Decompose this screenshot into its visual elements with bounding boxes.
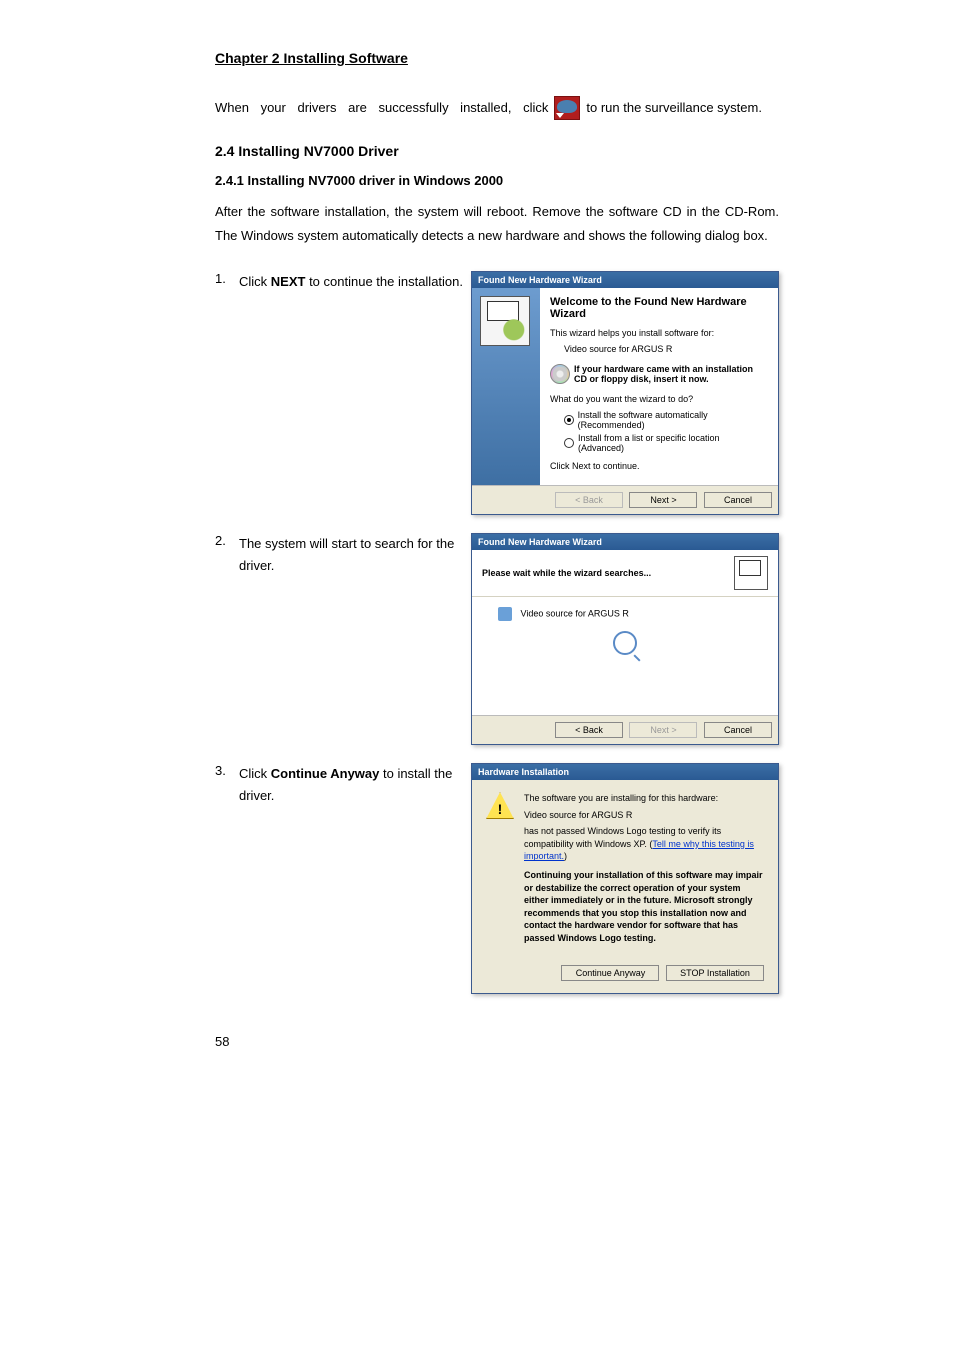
dialog3-titlebar: Hardware Installation	[472, 764, 778, 780]
step-2-text: The system will start to search for the …	[239, 533, 471, 577]
step-1-post: to continue the installation.	[305, 274, 463, 289]
surveillance-app-icon	[554, 96, 580, 120]
intro-paragraph: When your drivers are successfully insta…	[215, 96, 779, 121]
dialog3-line1: The software you are installing for this…	[524, 792, 764, 805]
step-2-row: 2. The system will start to search for t…	[215, 533, 779, 745]
step-3-text: Click Continue Anyway to install the dri…	[239, 763, 471, 807]
dialog1-cd-note: If your hardware came with an installati…	[574, 364, 768, 384]
step-3-num: 3.	[215, 763, 239, 778]
cd-icon	[550, 364, 570, 384]
continue-anyway-button[interactable]: Continue Anyway	[561, 965, 659, 981]
intro-post: to run the surveillance system.	[586, 96, 762, 121]
intro-pre: When your drivers are successfully insta…	[215, 96, 548, 121]
stop-installation-button[interactable]: STOP Installation	[666, 965, 764, 981]
radio-auto-install[interactable]	[564, 415, 574, 425]
hardware-mini-icon	[734, 556, 768, 590]
warning-icon: !	[486, 792, 514, 819]
section-heading: 2.4 Installing NV7000 Driver	[215, 143, 779, 159]
step-3-row: 3. Click Continue Anyway to install the …	[215, 763, 779, 994]
step-1-text: Click NEXT to continue the installation.	[239, 271, 471, 293]
dialog1-continue-hint: Click Next to continue.	[550, 461, 768, 471]
dialog2-wait-text: Please wait while the wizard searches...	[482, 568, 651, 578]
subsection-heading: 2.4.1 Installing NV7000 driver in Window…	[215, 173, 779, 188]
dialog1-p1: This wizard helps you install software f…	[550, 328, 768, 338]
step-2-num: 2.	[215, 533, 239, 548]
step-3-bold: Continue Anyway	[271, 766, 380, 781]
search-progress-icon	[613, 631, 637, 655]
chapter-header: Chapter 2 Installing Software	[215, 50, 779, 66]
dialog3-device: Video source for ARGUS R	[524, 809, 764, 822]
dialog1-heading: Welcome to the Found New Hardware Wizard	[550, 296, 768, 320]
hardware-installation-dialog: Hardware Installation ! The software you…	[471, 763, 779, 994]
back-button[interactable]: < Back	[555, 722, 623, 738]
step-1-row: 1. Click NEXT to continue the installati…	[215, 271, 779, 515]
dialog2-titlebar: Found New Hardware Wizard	[472, 534, 778, 550]
radio-advanced-install[interactable]	[564, 438, 574, 448]
section-lead: After the software installation, the sys…	[215, 200, 779, 249]
next-button[interactable]: Next >	[629, 492, 697, 508]
step-1-pre: Click	[239, 274, 271, 289]
dialog3-warning: Continuing your installation of this sof…	[524, 870, 763, 943]
back-button: < Back	[555, 492, 623, 508]
step-3-pre: Click	[239, 766, 271, 781]
cancel-button[interactable]: Cancel	[704, 492, 772, 508]
next-button: Next >	[629, 722, 697, 738]
found-new-hardware-dialog-1: Found New Hardware Wizard Welcome to the…	[471, 271, 779, 515]
device-icon	[498, 607, 512, 621]
step-1-bold: NEXT	[271, 274, 306, 289]
dialog1-titlebar: Found New Hardware Wizard	[472, 272, 778, 288]
cancel-button[interactable]: Cancel	[704, 722, 772, 738]
found-new-hardware-dialog-2: Found New Hardware Wizard Please wait wh…	[471, 533, 779, 745]
step-1-num: 1.	[215, 271, 239, 286]
dialog1-device: Video source for ARGUS R	[550, 344, 768, 354]
hardware-wizard-icon	[480, 296, 530, 346]
dialog1-question: What do you want the wizard to do?	[550, 394, 768, 404]
page-number: 58	[215, 1034, 779, 1049]
dialog1-sidebar	[472, 288, 540, 485]
dialog2-device: Video source for ARGUS R	[521, 608, 629, 618]
dialog3-line2b: )	[564, 851, 567, 861]
radio-advanced-label: Install from a list or specific location…	[578, 433, 768, 453]
radio-auto-label: Install the software automatically (Reco…	[578, 410, 768, 430]
